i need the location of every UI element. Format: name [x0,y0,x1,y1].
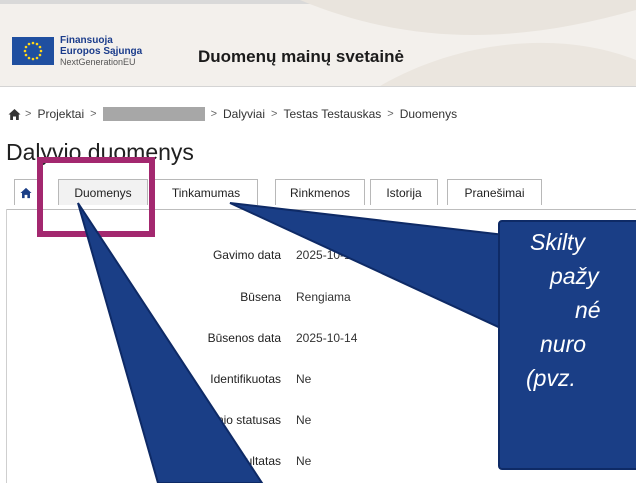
breadcrumb-separator: > [25,108,32,120]
breadcrumb-redacted-project[interactable] [102,107,205,121]
detail-value: Ne [296,372,312,386]
detail-value: 2025-10-14 [296,248,358,262]
eu-funding-line2: Europos Sąjunga [60,46,143,57]
home-icon [20,187,32,198]
callout-line: né [575,297,601,323]
callout-line: nuro [540,331,587,357]
detail-value: 2025-10-14 [296,331,358,345]
eu-funding-line1: Finansuoja [60,35,113,46]
tab-rinkmenos[interactable]: Rinkmenos [275,179,365,205]
breadcrumb-separator: > [271,108,278,120]
detail-value: Ne [296,454,312,468]
site-header: Finansuoja Europos Sąjunga NextGeneratio… [0,0,636,87]
home-icon[interactable] [8,108,21,121]
callout-line: Skilty [530,229,585,255]
eu-flag-icon [12,37,54,65]
breadcrumb-dalyviai[interactable]: Dalyviai [223,107,265,121]
callout-line: pažy [550,263,599,289]
breadcrumb: > Projektai > > Dalyviai > Testas Testau… [8,106,463,122]
detail-value: Ne [296,413,312,427]
highlight-box [37,157,155,237]
detail-label: Gavimo data [212,248,281,262]
detail-label: Rezultatas [224,454,281,468]
callout-line: (pvz. [526,365,576,391]
site-title[interactable]: Duomenų mainų svetainė [198,47,404,67]
tab-istorija[interactable]: Istorija [370,179,438,205]
breadcrumb-participant[interactable]: Testas Testauskas [283,107,381,121]
detail-value: Rengiama [296,290,351,304]
tab-tinkamumas[interactable]: Tinkamumas [154,179,258,205]
detail-label: Identifikuotas [210,372,281,386]
breadcrumb-separator: > [210,108,217,120]
breadcrumb-separator: > [90,108,97,120]
breadcrumb-current: Duomenys [399,107,458,121]
detail-label: Būsenos data [207,331,281,345]
eu-funding-line3: NextGenerationEU [60,57,136,67]
callout-text: Skilty pažy né nuro (pvz. [526,225,636,395]
breadcrumb-separator: > [387,108,394,120]
tab-pranesimai[interactable]: Pranešimai [447,179,542,205]
detail-label: Būsena [240,290,281,304]
breadcrumb-projektai[interactable]: Projektai [37,107,84,121]
tab-home[interactable] [14,179,38,205]
detail-label: Nuolatinio statusas [179,413,281,427]
page: Finansuoja Europos Sąjunga NextGeneratio… [0,0,636,483]
eu-funding-text: Finansuoja Europos Sąjunga NextGeneratio… [60,35,142,68]
